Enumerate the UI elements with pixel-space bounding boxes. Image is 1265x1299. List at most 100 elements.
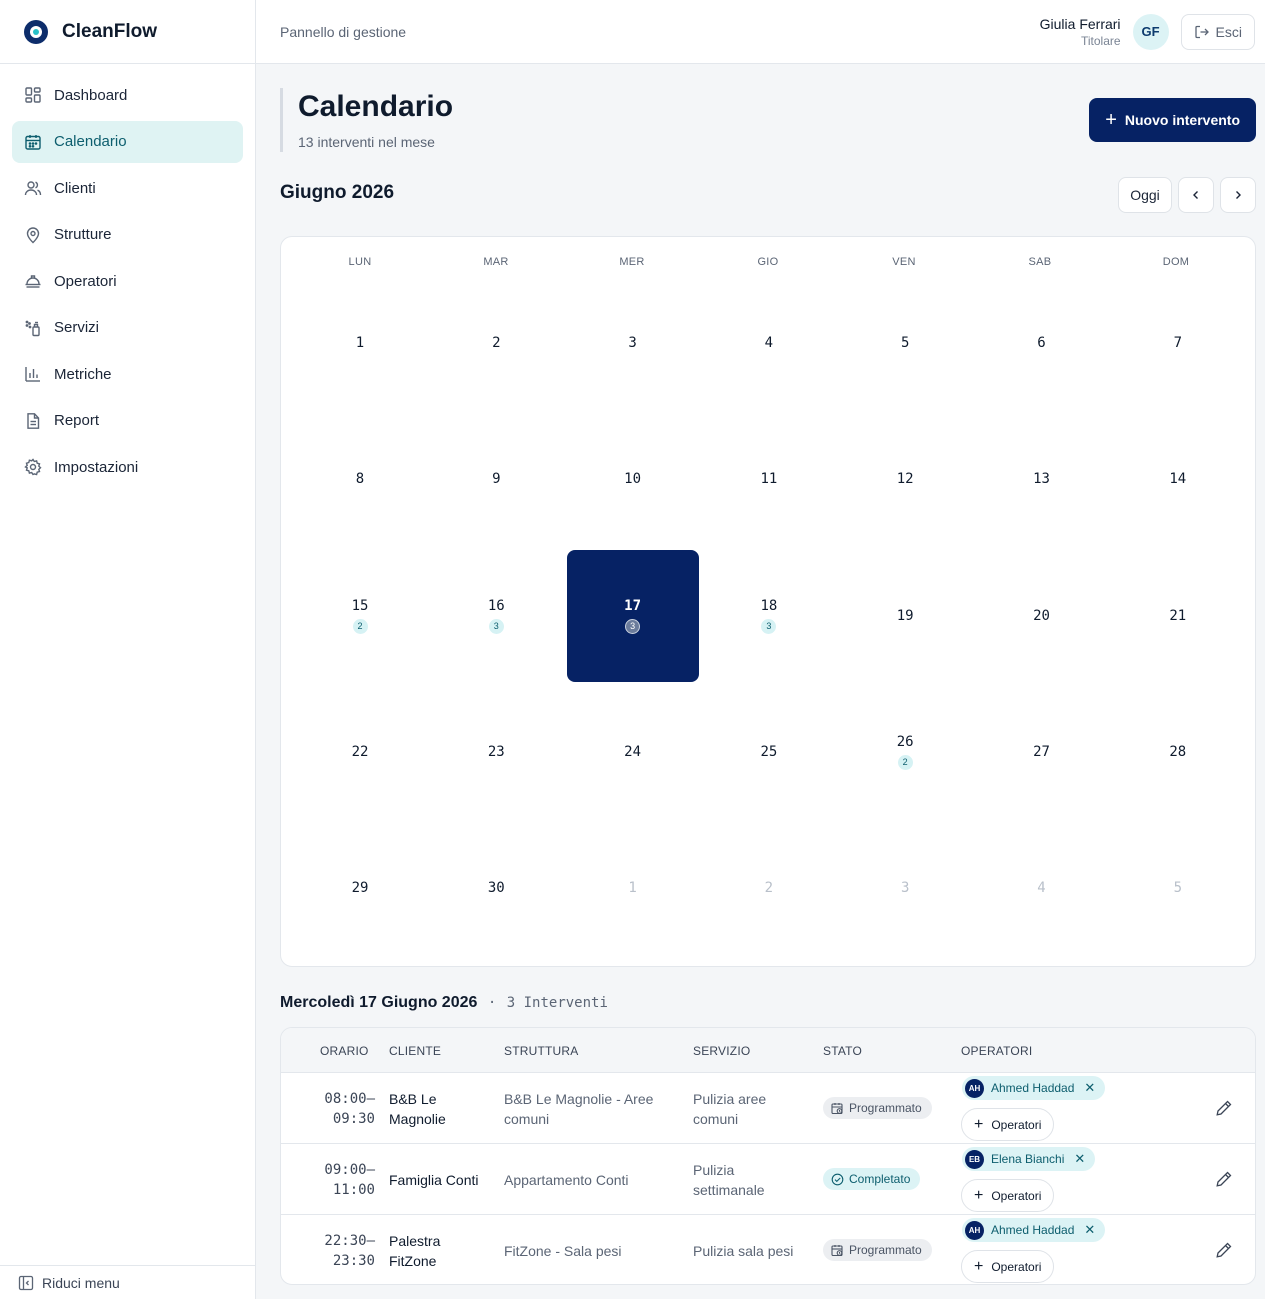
time-end: 09:30	[332, 1111, 375, 1127]
status-badge: Completato	[823, 1168, 921, 1190]
chevron-left-icon	[1193, 191, 1198, 199]
avatar[interactable]: GF	[1132, 13, 1169, 50]
day-number: 7	[1173, 335, 1183, 351]
calendar-day[interactable]: 25	[703, 686, 835, 818]
day-number: 15	[351, 597, 369, 614]
operator-chip[interactable]: EB Elena Bianchi ✕	[962, 1147, 1096, 1171]
calendar-day[interactable]: 26 2	[839, 686, 971, 818]
calendar-day[interactable]: 7	[1112, 277, 1244, 409]
day-number: 26	[896, 733, 914, 750]
calendar-day[interactable]: 23	[430, 686, 562, 818]
prev-month-button[interactable]	[1178, 177, 1214, 213]
sidebar-item-impostazioni[interactable]: Impostazioni	[12, 446, 243, 488]
remove-operator-icon[interactable]: ✕	[1084, 1222, 1095, 1238]
sidebar-item-calendario[interactable]: Calendario	[12, 120, 243, 163]
calendar-day[interactable]: 2	[430, 277, 562, 409]
calendar-day[interactable]: 21	[1112, 550, 1244, 682]
add-operator-label: Operatori	[991, 1259, 1042, 1274]
edit-pencil-icon[interactable]	[1215, 1099, 1233, 1117]
sidebar-item-operatori[interactable]: Operatori	[12, 260, 243, 302]
day-number: 27	[1033, 743, 1050, 760]
calendar-day[interactable]: 13	[976, 413, 1108, 545]
remove-operator-icon[interactable]: ✕	[1074, 1151, 1085, 1167]
new-intervention-button[interactable]: + Nuovo intervento	[1089, 98, 1256, 142]
calendar-day[interactable]: 20	[976, 550, 1108, 682]
day-number: 3	[628, 335, 637, 351]
calendar-day[interactable]: 22	[294, 686, 426, 818]
day-number: 11	[760, 471, 778, 488]
edit-pencil-icon[interactable]	[1215, 1241, 1233, 1259]
calendar-day[interactable]: 18 3	[703, 550, 835, 682]
page-header: Calendario 13 interventi nel mese + Nuov…	[280, 64, 1256, 176]
map-pin-icon	[24, 226, 42, 244]
calendar-day[interactable]: 8	[294, 413, 426, 545]
calendar-day[interactable]: 29	[294, 822, 426, 954]
sidebar-item-metriche[interactable]: Metriche	[12, 353, 243, 395]
sidebar-item-strutture[interactable]: Strutture	[12, 214, 243, 256]
calendar-day[interactable]: 6	[976, 277, 1108, 409]
time-start: 09:00–	[324, 1162, 375, 1178]
calendar-day[interactable]: 1	[567, 822, 699, 954]
sidebar-item-servizi[interactable]: Servizi	[12, 307, 243, 349]
table-header: ORARIO CLIENTE STRUTTURA SERVIZIO STATO …	[281, 1028, 1255, 1073]
calendar-day[interactable]: 11	[703, 413, 835, 545]
calendar-day[interactable]: 5	[839, 277, 971, 409]
sidebar-item-report[interactable]: Report	[12, 400, 243, 442]
calendar-day[interactable]: 3	[839, 822, 971, 954]
day-number: 19	[896, 607, 914, 624]
calendar-icon	[24, 133, 42, 151]
add-operator-button[interactable]: + Operatori	[961, 1179, 1055, 1212]
status-badge: Programmato	[823, 1239, 932, 1261]
calendar-day[interactable]: 4	[976, 822, 1108, 954]
operator-chip[interactable]: AH Ahmed Haddad ✕	[962, 1076, 1106, 1100]
calendar-day[interactable]: 3	[567, 277, 699, 409]
sidebar-item-clienti[interactable]: Clienti	[12, 167, 243, 209]
page-title: Calendario	[298, 90, 454, 123]
calendar-day[interactable]: 14	[1112, 413, 1244, 545]
add-operator-button[interactable]: + Operatori	[961, 1250, 1055, 1283]
calendar-day[interactable]: 4	[703, 277, 835, 409]
add-operator-label: Operatori	[991, 1188, 1042, 1203]
operator-chip[interactable]: AH Ahmed Haddad ✕	[962, 1218, 1106, 1242]
day-number: 14	[1169, 471, 1187, 488]
time-end: 11:00	[332, 1182, 375, 1198]
sidebar-item-dashboard[interactable]: Dashboard	[12, 74, 243, 116]
calendar-day[interactable]: 1	[294, 277, 426, 409]
new-intervention-label: Nuovo intervento	[1124, 112, 1240, 128]
table-row[interactable]: 09:00– 11:00 Famiglia Conti Appartamento …	[281, 1144, 1255, 1215]
sidebar-item-label: Report	[54, 412, 100, 429]
add-operator-button[interactable]: + Operatori	[961, 1108, 1055, 1141]
calendar-day-selected[interactable]: 17 3	[566, 549, 699, 682]
calendar-day[interactable]: 10	[567, 413, 699, 545]
table-row[interactable]: 08:00– 09:30 B&B Le Magnolie B&B Le Magno…	[281, 1073, 1255, 1144]
day-number: 4	[764, 335, 774, 351]
calendar-day[interactable]: 15 2	[294, 550, 426, 682]
collapse-menu-button[interactable]: Riduci menu	[0, 1265, 256, 1299]
calendar-day[interactable]: 19	[839, 550, 971, 682]
next-month-button[interactable]	[1220, 177, 1256, 213]
intervention-count-badge: 3	[488, 618, 504, 634]
calendar-day[interactable]: 12	[839, 413, 971, 545]
remove-operator-icon[interactable]: ✕	[1084, 1080, 1095, 1096]
day-number: 17	[624, 597, 642, 614]
topbar: Pannello di gestione Giulia Ferrari Tito…	[256, 0, 1265, 64]
day-detail-title: Mercoledì 17 Giugno 2026	[280, 994, 478, 1011]
calendar-day[interactable]: 5	[1112, 822, 1244, 954]
calendar-day[interactable]: 27	[976, 686, 1108, 818]
client-cell: B&B Le Magnolie	[389, 1091, 446, 1127]
calendar-day[interactable]: 28	[1112, 686, 1244, 818]
calendar-day[interactable]: 9	[430, 413, 562, 545]
calendar-day[interactable]: 2	[703, 822, 835, 954]
edit-pencil-icon[interactable]	[1215, 1170, 1233, 1188]
logout-button[interactable]: Esci	[1180, 13, 1255, 50]
calendar-day[interactable]: 16 3	[430, 550, 562, 682]
operator-avatar: EB	[965, 1149, 984, 1169]
brand[interactable]: CleanFlow	[0, 0, 255, 64]
calendar-day[interactable]: 30	[430, 822, 562, 954]
intervention-count-badge: 2	[352, 618, 368, 634]
table-row[interactable]: 22:30– 23:30 Palestra FitZone FitZone - S…	[281, 1215, 1255, 1284]
calendar-day[interactable]: 24	[567, 686, 699, 818]
time-start: 22:30–	[324, 1233, 375, 1249]
today-button[interactable]: Oggi	[1118, 177, 1172, 213]
weekday-label: DOM	[1162, 256, 1190, 268]
